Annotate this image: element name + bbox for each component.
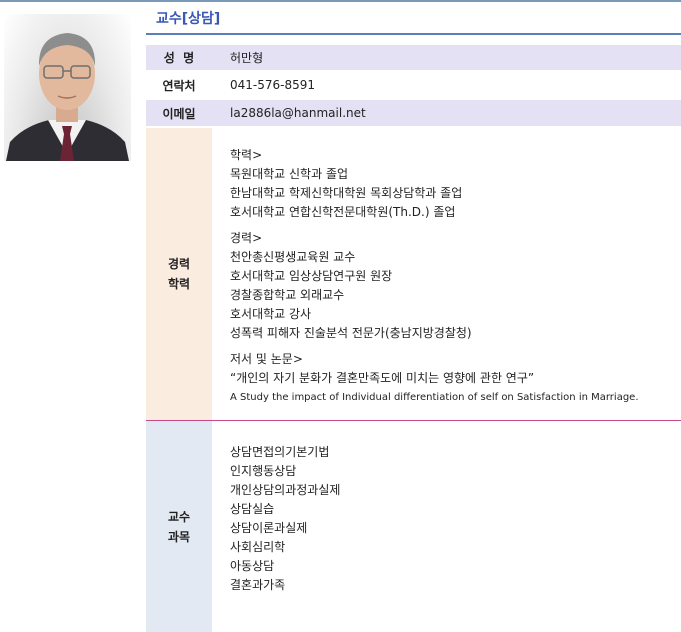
career-label-line2: 학력 [167,277,191,291]
course-item: 상담실습 [230,502,275,516]
courses-label: 교수 과목 [146,421,212,632]
course-item: 개인상담의과정과실제 [230,483,341,497]
education-item: 목원대학교 신학과 졸업 [230,167,349,181]
career-label: 경력 학력 [146,128,212,420]
name-row: 성 명 허만형 [146,45,681,70]
title-underline [146,33,681,35]
paper-title-english: A Study the impact of Individual differe… [230,392,639,403]
course-item: 결혼과가족 [230,578,286,592]
courses-list: 상담면접의기본기법 인지행동상담 개인상담의과정과실제 상담실습 상담이론과실제… [230,443,340,595]
experience-item: 성폭력 피해자 진술분석 전문가(충남지방경찰청) [230,326,472,340]
education-item: 한남대학교 학제신학대학원 목회상담학과 졸업 [230,186,463,200]
paper-title-korean: “개인의 자기 분화가 결혼만족도에 미치는 영향에 관한 연구” [230,371,535,385]
name-label: 성 명 [146,45,212,70]
experience-item: 호서대학교 강사 [230,307,312,321]
profile-photo [4,14,131,161]
experience-item: 경찰종합학교 외래교수 [230,288,345,302]
email-row: 이메일 la2886la@hanmail.net [146,100,681,126]
course-item: 상담이론과실제 [230,521,308,535]
page-title: 교수[상담] [156,11,221,27]
phone-value: 041-576-8591 [230,78,316,92]
course-item: 사회심리학 [230,540,286,554]
course-item: 상담면접의기본기법 [230,445,330,459]
email-value: la2886la@hanmail.net [230,106,366,120]
courses-section: 교수 과목 상담면접의기본기법 인지행동상담 개인상담의과정과실제 상담실습 상… [146,421,681,632]
courses-label-line1: 교수 [167,509,191,524]
name-value: 허만형 [230,51,264,65]
career-label-line1: 경력 [167,257,191,271]
course-item: 아동상담 [230,559,275,573]
portrait-illustration [6,33,129,161]
career-body: 학력> 목원대학교 신학과 졸업 한남대학교 학제신학대학원 목회상담학과 졸업… [230,146,639,407]
top-border [0,0,681,2]
education-heading: 학력> [230,148,263,162]
courses-label-line2: 과목 [167,529,191,544]
email-label: 이메일 [146,100,212,126]
experience-heading: 경력> [230,231,263,245]
experience-item: 호서대학교 임상상담연구원 원장 [230,269,393,283]
career-section: 경력 학력 학력> 목원대학교 신학과 졸업 한남대학교 학제신학대학원 목회상… [146,128,681,420]
experience-item: 천안총신평생교육원 교수 [230,250,356,264]
education-item: 호서대학교 연합신학전문대학원(Th.D.) 졸업 [230,205,456,219]
phone-row: 연락처 041-576-8591 [146,72,681,98]
course-item: 인지행동상담 [230,464,297,478]
phone-label: 연락처 [146,72,212,98]
papers-heading: 저서 및 논문> [230,352,303,366]
